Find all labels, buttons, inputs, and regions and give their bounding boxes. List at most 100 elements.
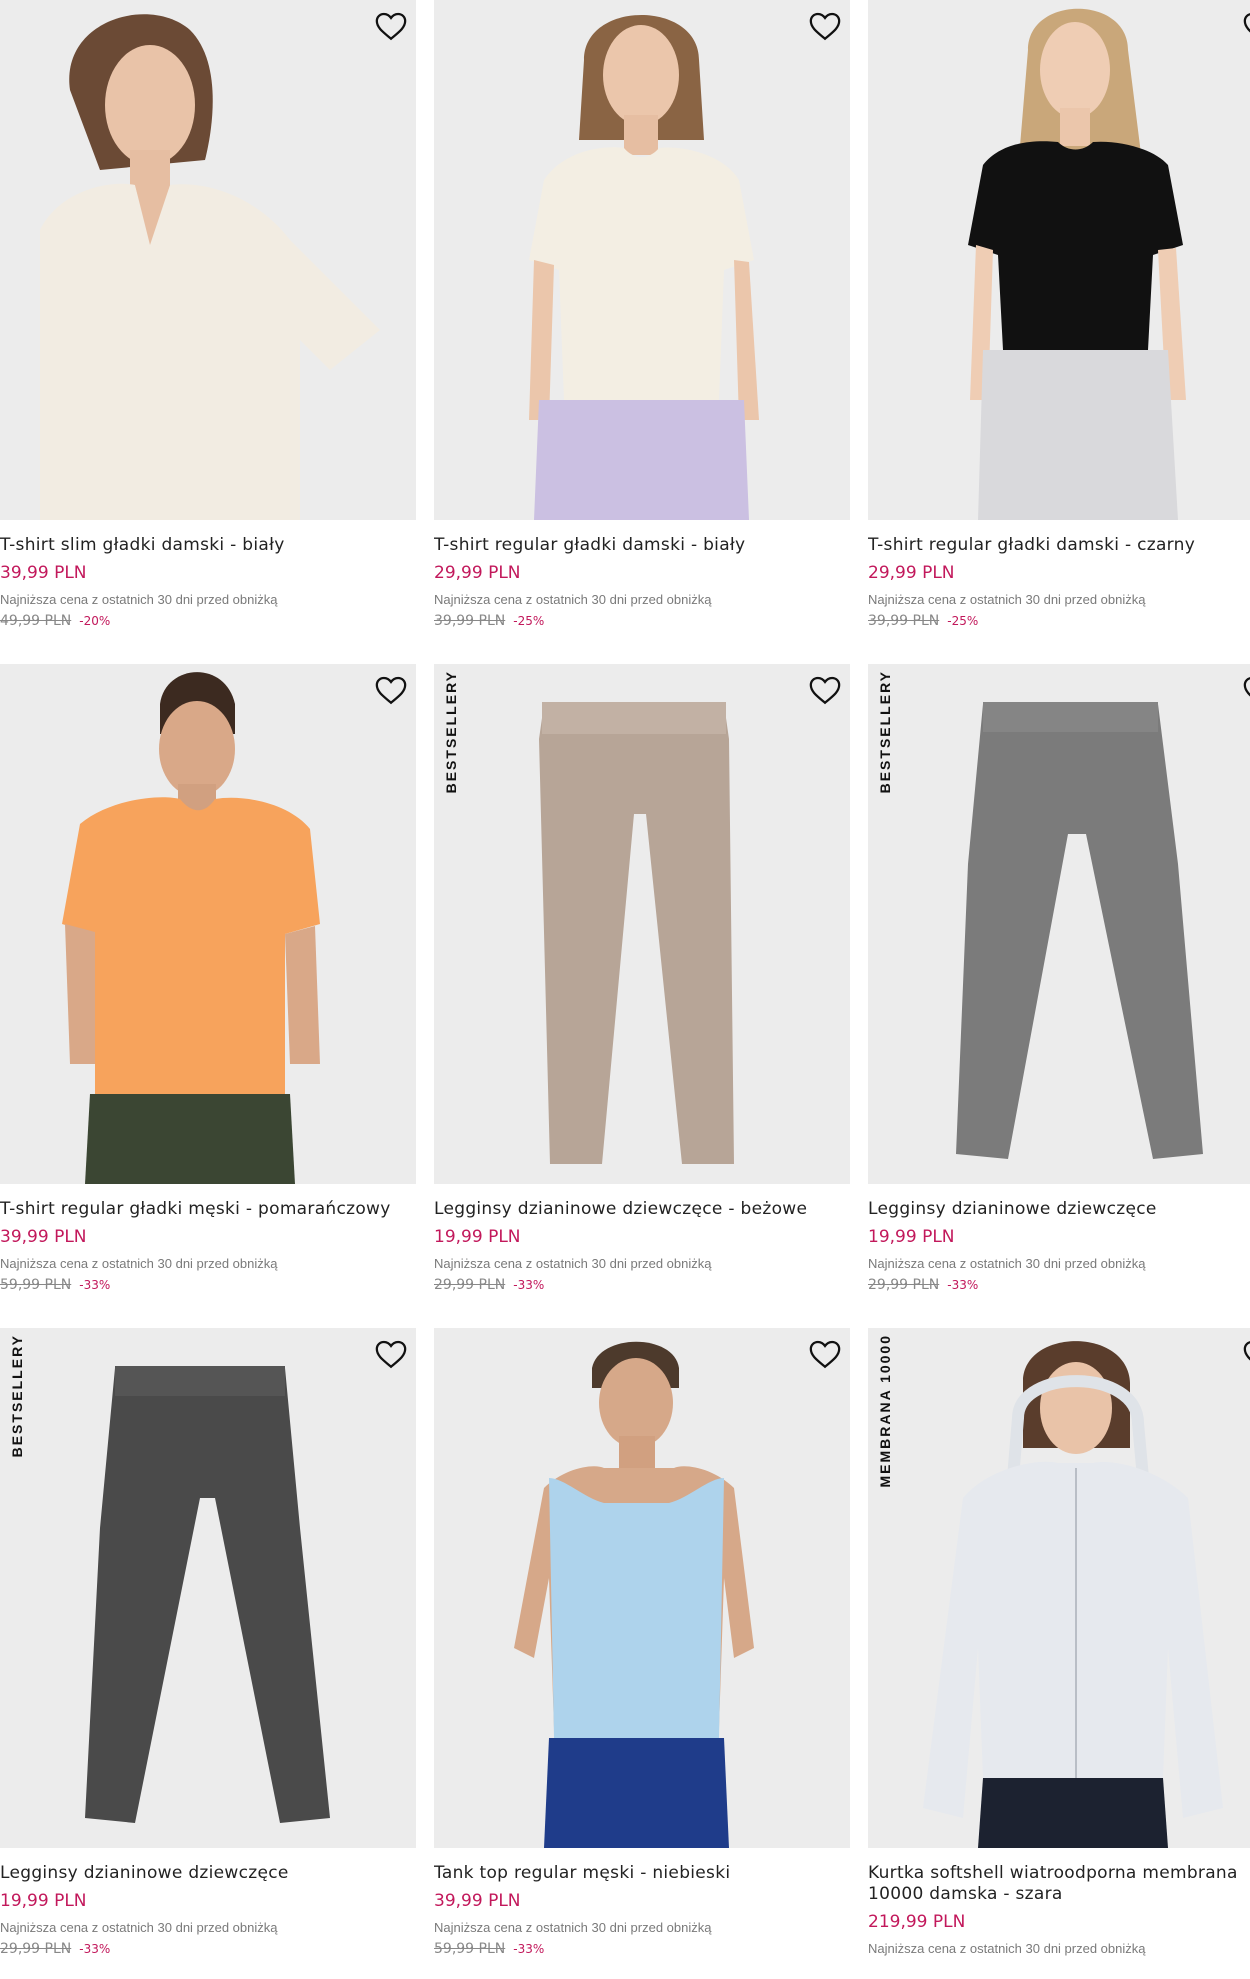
old-price-row: 39,99 PLN -25% <box>868 612 1250 630</box>
product-name[interactable]: Legginsy dzianinowe dziewczęce - beżowe <box>434 1199 850 1220</box>
product-card[interactable]: BESTSELLERY Legginsy dzianinowe dziewczę… <box>0 1328 416 1979</box>
discount-badge: -20% <box>79 614 111 628</box>
old-price-row: 59,99 PLN -33% <box>0 1276 416 1294</box>
heart-outline-icon <box>375 1340 407 1369</box>
dark-grey-leggings-photo <box>85 1366 330 1823</box>
old-price-row: 29,99 PLN -33% <box>434 1276 850 1294</box>
product-grid: T-shirt slim gładki damski - biały 39,99… <box>0 0 1250 1979</box>
old-price-row: 39,99 PLN -25% <box>434 612 850 630</box>
product-price: 29,99 PLN <box>868 563 955 583</box>
product-name[interactable]: T-shirt regular gładki męski - pomarańcz… <box>0 1199 416 1220</box>
old-price: 49,99 PLN <box>0 613 72 629</box>
product-card[interactable]: T-shirt slim gładki damski - biały 39,99… <box>0 0 416 651</box>
lowest-price-note: Najniższa cena z ostatnich 30 dni przed … <box>434 1256 712 1271</box>
product-price: 19,99 PLN <box>0 1891 87 1911</box>
beige-leggings-photo <box>539 702 734 1164</box>
woman-white-tshirt-photo <box>529 15 759 520</box>
old-price: 29,99 PLN <box>434 1277 506 1293</box>
discount-badge: -25% <box>513 614 545 628</box>
product-name[interactable]: Legginsy dzianinowe dziewczęce <box>868 1199 1250 1220</box>
old-price-row: 29,99 PLN -33% <box>0 1940 416 1958</box>
product-image[interactable]: MEMBRANA 10000 <box>868 1328 1250 1848</box>
bestseller-badge: BESTSELLERY <box>9 1334 25 1458</box>
heart-outline-icon <box>809 12 841 41</box>
discount-badge: -33% <box>79 1278 111 1292</box>
favorite-button[interactable] <box>374 10 408 42</box>
old-price: 29,99 PLN <box>868 1277 940 1293</box>
favorite-button[interactable] <box>1242 10 1250 42</box>
old-price: 59,99 PLN <box>434 1941 506 1957</box>
product-image[interactable] <box>0 0 416 520</box>
product-card[interactable]: T-shirt regular gładki męski - pomarańcz… <box>0 664 416 1315</box>
lowest-price-note: Najniższa cena z ostatnich 30 dni przed … <box>868 1256 1146 1271</box>
heart-outline-icon <box>1243 677 1250 697</box>
old-price: 39,99 PLN <box>868 613 940 629</box>
product-price: 219,99 PLN <box>868 1912 966 1932</box>
product-price: 19,99 PLN <box>868 1227 955 1247</box>
bestseller-badge: BESTSELLERY <box>443 670 459 794</box>
favorite-button[interactable] <box>374 674 408 706</box>
old-price: 29,99 PLN <box>0 1941 72 1957</box>
discount-badge: -25% <box>947 614 979 628</box>
favorite-button[interactable] <box>374 1338 408 1370</box>
product-price: 39,99 PLN <box>434 1891 521 1911</box>
product-image[interactable]: BESTSELLERY <box>0 1328 416 1848</box>
favorite-button[interactable] <box>1242 674 1250 706</box>
product-image[interactable] <box>434 0 850 520</box>
product-name[interactable]: T-shirt regular gładki damski - czarny <box>868 535 1250 556</box>
discount-badge: -33% <box>513 1278 545 1292</box>
product-name[interactable]: Tank top regular męski - niebieski <box>434 1863 850 1884</box>
membrane-badge: MEMBRANA 10000 <box>877 1334 893 1488</box>
product-name[interactable]: Kurtka softshell wiatroodporna membrana … <box>868 1863 1250 1905</box>
product-card[interactable]: T-shirt regular gładki damski - biały 29… <box>434 0 850 651</box>
product-card[interactable]: BESTSELLERY Legginsy dzianinowe dziewczę… <box>434 664 850 1315</box>
lowest-price-note: Najniższa cena z ostatnich 30 dni przed … <box>868 1941 1146 1956</box>
lowest-price-note: Najniższa cena z ostatnich 30 dni przed … <box>0 1920 278 1935</box>
lowest-price-note: Najniższa cena z ostatnich 30 dni przed … <box>434 592 712 607</box>
heart-outline-icon <box>1243 13 1250 33</box>
product-image[interactable] <box>0 664 416 1184</box>
discount-badge: -33% <box>947 1278 979 1292</box>
product-price: 29,99 PLN <box>434 563 521 583</box>
favorite-button[interactable] <box>808 1338 842 1370</box>
product-name[interactable]: T-shirt slim gładki damski - biały <box>0 535 416 556</box>
product-card[interactable]: MEMBRANA 10000 Kurtka softshell wiatrood… <box>868 1328 1250 1979</box>
discount-badge: -33% <box>513 1942 545 1956</box>
product-image[interactable]: BESTSELLERY <box>868 664 1250 1184</box>
product-card[interactable]: BESTSELLERY Legginsy dzianinowe dziewczę… <box>868 664 1250 1315</box>
old-price-row: 29,99 PLN -33% <box>868 1276 1250 1294</box>
discount-badge: -33% <box>79 1942 111 1956</box>
lowest-price-note: Najniższa cena z ostatnich 30 dni przed … <box>0 592 278 607</box>
product-price: 39,99 PLN <box>0 563 87 583</box>
heart-outline-icon <box>1243 1341 1250 1361</box>
old-price-row: 59,99 PLN -33% <box>434 1940 850 1958</box>
product-price: 19,99 PLN <box>434 1227 521 1247</box>
heart-outline-icon <box>809 676 841 705</box>
heart-outline-icon <box>809 1340 841 1369</box>
product-card[interactable]: T-shirt regular gładki damski - czarny 2… <box>868 0 1250 651</box>
man-orange-tshirt-photo <box>62 672 320 1184</box>
product-price: 39,99 PLN <box>0 1227 87 1247</box>
product-image[interactable] <box>434 1328 850 1848</box>
product-name[interactable]: Legginsy dzianinowe dziewczęce <box>0 1863 416 1884</box>
lowest-price-note: Najniższa cena z ostatnich 30 dni przed … <box>868 592 1146 607</box>
heart-outline-icon <box>375 676 407 705</box>
old-price-row: 49,99 PLN -20% <box>0 612 416 630</box>
lowest-price-note: Najniższa cena z ostatnich 30 dni przed … <box>0 1256 278 1271</box>
bestseller-badge: BESTSELLERY <box>877 670 893 794</box>
product-image[interactable] <box>868 0 1250 520</box>
woman-black-tshirt-photo <box>968 8 1186 520</box>
woman-vneck-white-tshirt-photo <box>40 14 380 520</box>
favorite-button[interactable] <box>808 10 842 42</box>
man-blue-tank-top-photo <box>514 1341 754 1848</box>
grey-leggings-photo <box>956 702 1203 1159</box>
old-price: 39,99 PLN <box>434 613 506 629</box>
favorite-button[interactable] <box>808 674 842 706</box>
product-image[interactable]: BESTSELLERY <box>434 664 850 1184</box>
product-name[interactable]: T-shirt regular gładki damski - biały <box>434 535 850 556</box>
old-price: 59,99 PLN <box>0 1277 72 1293</box>
favorite-button[interactable] <box>1242 1338 1250 1370</box>
heart-outline-icon <box>375 12 407 41</box>
woman-softshell-jacket-photo <box>923 1341 1223 1848</box>
product-card[interactable]: Tank top regular męski - niebieski 39,99… <box>434 1328 850 1979</box>
